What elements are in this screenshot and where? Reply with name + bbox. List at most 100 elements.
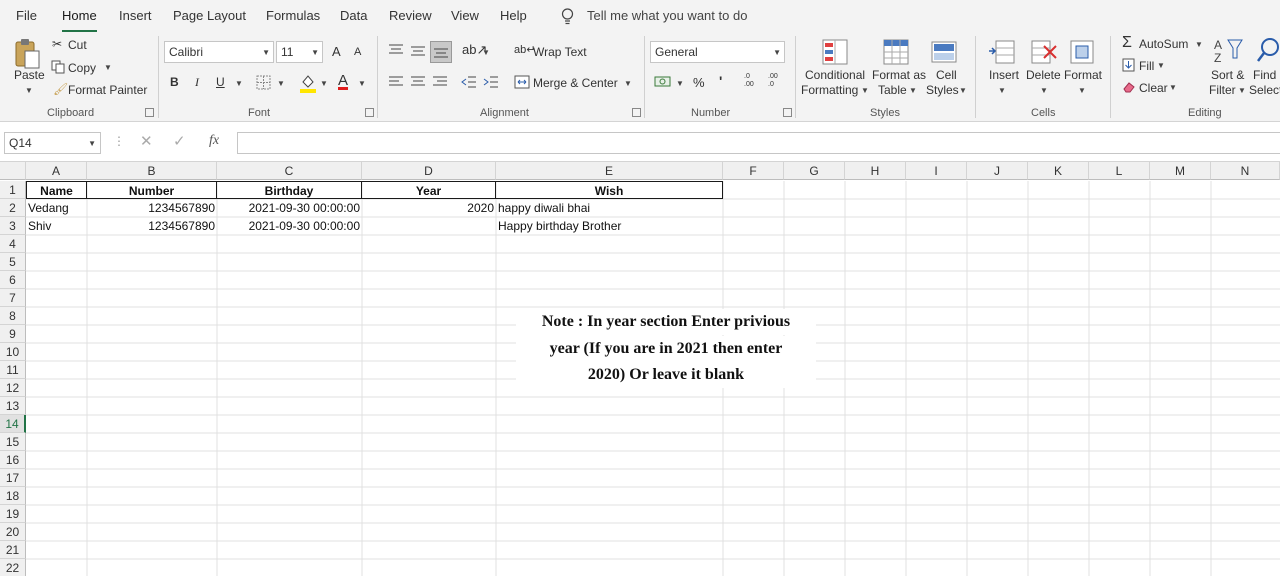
tab-insert[interactable]: Insert: [119, 8, 152, 23]
row-header[interactable]: 13: [0, 397, 26, 415]
column-header[interactable]: L: [1089, 162, 1150, 180]
wrap-text-button[interactable]: Wrap Text: [533, 45, 587, 59]
font-name-select[interactable]: Calibri ▼: [164, 41, 274, 63]
insert-function-button[interactable]: fx: [209, 133, 219, 149]
row-header[interactable]: 21: [0, 541, 26, 559]
enter-icon[interactable]: ✓: [173, 132, 186, 150]
row-header[interactable]: 2: [0, 199, 26, 217]
cell-wish[interactable]: Happy birthday Brother: [496, 217, 723, 235]
tab-help[interactable]: Help: [500, 8, 527, 23]
tell-me-search[interactable]: Tell me what you want to do: [587, 8, 747, 23]
cancel-icon[interactable]: ✕: [140, 132, 153, 150]
tab-review[interactable]: Review: [389, 8, 432, 23]
fill-color-icon[interactable]: [299, 73, 317, 93]
row-header[interactable]: 1: [0, 181, 26, 199]
percent-style-button[interactable]: %: [693, 75, 705, 90]
bold-button[interactable]: B: [170, 75, 179, 89]
cell-year[interactable]: 2020: [362, 199, 496, 217]
cell-wish[interactable]: happy diwali bhai: [496, 199, 723, 217]
header-cell-name[interactable]: Name: [26, 181, 87, 199]
chevron-down-icon[interactable]: ▼: [1195, 40, 1203, 49]
tab-page-layout[interactable]: Page Layout: [173, 8, 246, 23]
italic-button[interactable]: I: [195, 75, 199, 90]
delete-cells-button[interactable]: Delete: [1026, 68, 1061, 82]
paste-button[interactable]: Paste: [14, 68, 45, 82]
chevron-down-icon[interactable]: ▼: [959, 86, 967, 95]
name-box[interactable]: Q14 ▼: [4, 132, 101, 154]
cell-styles-button[interactable]: Cell: [936, 68, 957, 82]
column-header[interactable]: G: [784, 162, 845, 180]
find-select-button[interactable]: Find &: [1253, 68, 1280, 82]
column-header[interactable]: C: [217, 162, 362, 180]
sort-filter-label[interactable]: Filter: [1209, 83, 1236, 97]
increase-decimal-button[interactable]: .0 .00: [744, 73, 758, 89]
column-header[interactable]: D: [362, 162, 496, 180]
column-header[interactable]: K: [1028, 162, 1089, 180]
chevron-down-icon[interactable]: ▼: [676, 79, 684, 88]
align-right-icon[interactable]: [432, 76, 448, 88]
row-header[interactable]: 16: [0, 451, 26, 469]
sort-filter-button[interactable]: Sort &: [1211, 68, 1244, 82]
chevron-down-icon[interactable]: ▼: [1157, 61, 1165, 70]
row-header[interactable]: 9: [0, 325, 26, 343]
dialog-launcher-icon[interactable]: [783, 108, 792, 117]
cell-birthday[interactable]: 2021-09-30 00:00:00: [217, 217, 362, 235]
column-header[interactable]: J: [967, 162, 1028, 180]
column-header[interactable]: I: [906, 162, 967, 180]
comma-style-button[interactable]: ': [719, 73, 722, 89]
chevron-down-icon[interactable]: ▼: [320, 79, 328, 88]
row-header[interactable]: 22: [0, 559, 26, 576]
find-select-label[interactable]: Select: [1249, 83, 1280, 97]
paste-icon[interactable]: [13, 38, 43, 70]
format-as-table-button[interactable]: Format as: [872, 68, 926, 82]
header-cell-number[interactable]: Number: [87, 181, 217, 199]
column-header[interactable]: M: [1150, 162, 1211, 180]
chevron-down-icon[interactable]: ▼: [1040, 86, 1048, 95]
row-header[interactable]: 3: [0, 217, 26, 235]
font-size-select[interactable]: 11 ▼: [276, 41, 323, 63]
conditional-formatting-button[interactable]: Conditional: [805, 68, 865, 82]
header-cell-wish[interactable]: Wish: [496, 181, 723, 199]
font-color-button[interactable]: A: [338, 72, 348, 89]
header-cell-birthday[interactable]: Birthday: [217, 181, 362, 199]
grow-font-button[interactable]: A: [332, 44, 341, 59]
column-header[interactable]: H: [845, 162, 906, 180]
copy-button[interactable]: Copy: [68, 61, 96, 75]
row-header[interactable]: 10: [0, 343, 26, 361]
align-left-icon[interactable]: [388, 76, 404, 88]
row-header[interactable]: 5: [0, 253, 26, 271]
tab-formulas[interactable]: Formulas: [266, 8, 320, 23]
align-middle-icon[interactable]: [410, 46, 426, 58]
row-header[interactable]: 7: [0, 289, 26, 307]
chevron-down-icon[interactable]: ▼: [1078, 86, 1086, 95]
chevron-down-icon[interactable]: ▼: [861, 86, 869, 95]
row-header[interactable]: 15: [0, 433, 26, 451]
chevron-down-icon[interactable]: ▼: [1169, 83, 1177, 92]
dialog-launcher-icon[interactable]: [145, 108, 154, 117]
conditional-formatting-label[interactable]: Formatting: [801, 83, 858, 97]
tab-file[interactable]: File: [16, 8, 37, 23]
more-options-icon[interactable]: ⋮: [113, 134, 125, 148]
chevron-down-icon[interactable]: ▼: [277, 79, 285, 88]
merge-center-button[interactable]: Merge & Center: [533, 76, 618, 90]
decrease-decimal-button[interactable]: .00 .0: [768, 73, 782, 89]
fill-button[interactable]: Fill: [1139, 59, 1154, 73]
align-bottom-button[interactable]: [430, 41, 452, 63]
cut-button[interactable]: Cut: [68, 38, 87, 52]
borders-icon[interactable]: [256, 75, 272, 91]
row-header[interactable]: 11: [0, 361, 26, 379]
shrink-font-button[interactable]: A: [354, 46, 361, 58]
align-center-icon[interactable]: [410, 76, 426, 88]
increase-indent-icon[interactable]: [483, 75, 499, 89]
align-top-icon[interactable]: [388, 44, 404, 56]
chevron-down-icon[interactable]: ▼: [235, 79, 243, 88]
column-header[interactable]: N: [1211, 162, 1280, 180]
tab-data[interactable]: Data: [340, 8, 367, 23]
cell-name[interactable]: Shiv: [26, 217, 87, 235]
format-cells-button[interactable]: Format: [1064, 68, 1102, 82]
insert-cells-button[interactable]: Insert: [989, 68, 1019, 82]
row-header[interactable]: 17: [0, 469, 26, 487]
tab-home[interactable]: Home: [62, 8, 97, 33]
column-header[interactable]: F: [723, 162, 784, 180]
chevron-down-icon[interactable]: ▼: [998, 86, 1006, 95]
